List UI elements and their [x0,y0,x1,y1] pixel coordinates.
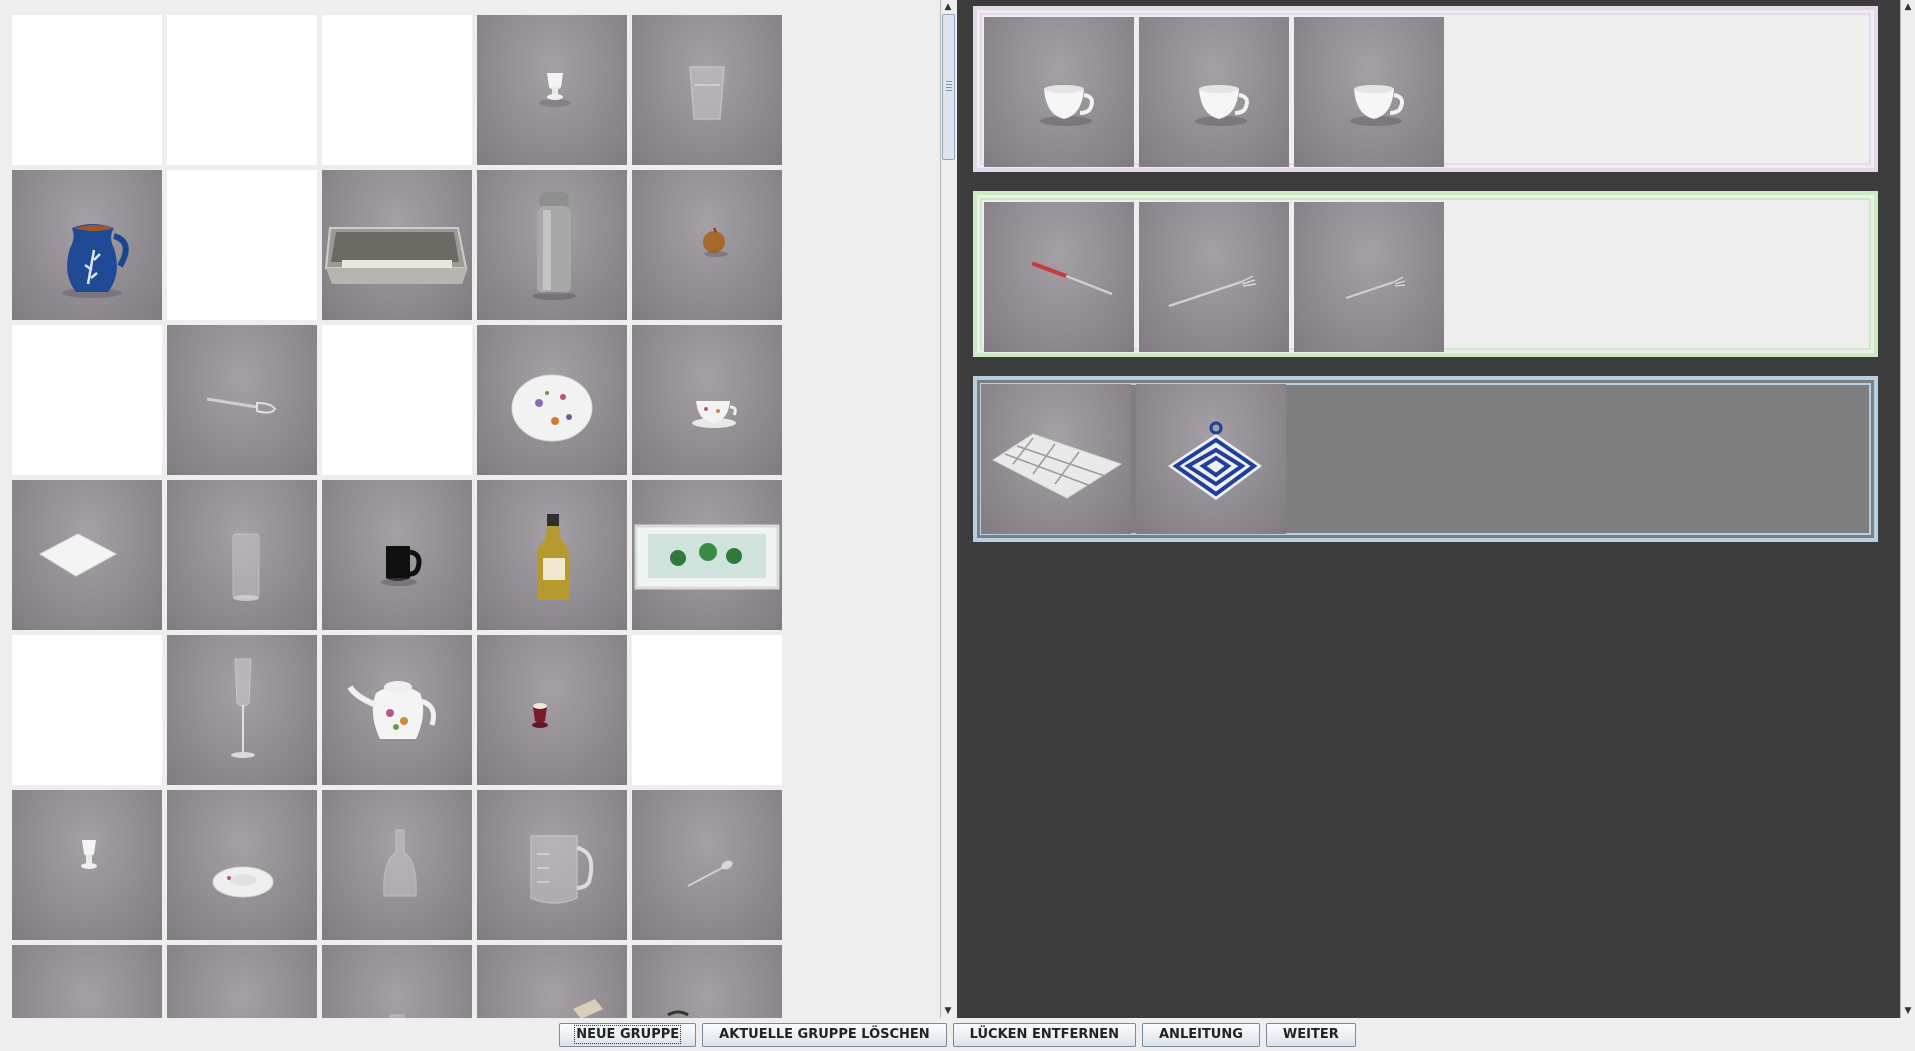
tea-towel-icon[interactable] [981,384,1131,534]
drinking-glass-icon[interactable] [632,15,782,165]
new-group-label: NEUE GRUPPE [574,1025,682,1044]
empty-slot[interactable] [12,15,162,165]
scroll-up-arrow-icon[interactable]: ▲ [941,0,955,14]
partial-photo[interactable] [12,945,162,1018]
object-pool [0,0,940,1018]
remove-gaps-label: LÜCKEN ENTFERNEN [969,1027,1119,1042]
empty-slot[interactable] [167,170,317,320]
empty-slot[interactable] [322,325,472,475]
remove-gaps-button[interactable]: LÜCKEN ENTFERNEN [952,1022,1136,1047]
scroll-up-arrow-icon[interactable]: ▲ [1901,0,1915,14]
egg-cup-white-icon[interactable] [477,15,627,165]
next-label: WEITER [1282,1027,1339,1042]
herb-tray-icon[interactable] [632,480,782,630]
empty-slot[interactable] [322,15,472,165]
groups-panel [957,0,1900,1018]
empty-slot[interactable] [12,325,162,475]
knife-icon[interactable] [984,202,1134,352]
partial-photo[interactable] [632,945,782,1018]
fork-icon[interactable] [1139,202,1289,352]
small-fork-icon[interactable] [1294,202,1444,352]
pool-scrollbar[interactable]: ▲ ▼ [940,0,955,1018]
floral-plate-icon[interactable] [477,325,627,475]
red-egg-cup-icon[interactable] [477,635,627,785]
empty-slot[interactable] [167,15,317,165]
instructions-label: ANLEITUNG [1159,1027,1243,1042]
empty-slot[interactable] [12,635,162,785]
next-button[interactable]: WEITER [1265,1022,1356,1047]
potholder-icon[interactable] [1136,384,1286,534]
glass-carafe-icon[interactable] [322,790,472,940]
empty-slot[interactable] [632,635,782,785]
bottom-toolbar: NEUE GRUPPE AKTUELLE GRUPPE LÖSCHEN LÜCK… [0,1018,1915,1051]
partial-photo[interactable] [167,945,317,1018]
white-cup-icon[interactable] [1139,17,1289,167]
measuring-jug-icon[interactable] [477,790,627,940]
delete-current-group-button[interactable]: AKTUELLE GRUPPE LÖSCHEN [702,1022,947,1047]
groups-scrollbar[interactable]: ▲ ▼ [1900,0,1915,1018]
thermos-flask-icon[interactable] [477,170,627,320]
scroll-thumb[interactable] [942,14,955,160]
white-cup-icon[interactable] [1294,17,1444,167]
black-mug-icon[interactable] [322,480,472,630]
serving-tray-metal-icon[interactable] [322,170,472,320]
spoon-icon[interactable] [632,790,782,940]
white-cup-icon[interactable] [984,17,1134,167]
saucer-icon[interactable] [167,790,317,940]
napkin-icon[interactable] [12,480,162,630]
group-3[interactable] [973,376,1878,542]
partial-photo[interactable] [322,945,472,1018]
group-1[interactable] [973,6,1878,172]
partial-photo[interactable] [477,945,627,1018]
scroll-down-arrow-icon[interactable]: ▼ [1901,1004,1915,1018]
champagne-flute-icon[interactable] [167,635,317,785]
onion-icon[interactable] [632,170,782,320]
whisk-icon[interactable] [167,325,317,475]
new-group-button[interactable]: NEUE GRUPPE [559,1022,697,1047]
oil-bottle-icon[interactable] [477,480,627,630]
floral-teacup-icon[interactable] [632,325,782,475]
tall-glass-icon[interactable] [167,480,317,630]
jug-blue-icon[interactable] [12,170,162,320]
instructions-button[interactable]: ANLEITUNG [1142,1022,1260,1047]
small-egg-cup-icon[interactable] [12,790,162,940]
scroll-down-arrow-icon[interactable]: ▼ [941,1004,955,1018]
delete-group-label: AKTUELLE GRUPPE LÖSCHEN [719,1027,930,1042]
object-grid [12,15,782,1018]
floral-teapot-icon[interactable] [322,635,472,785]
group-2[interactable] [973,191,1878,357]
